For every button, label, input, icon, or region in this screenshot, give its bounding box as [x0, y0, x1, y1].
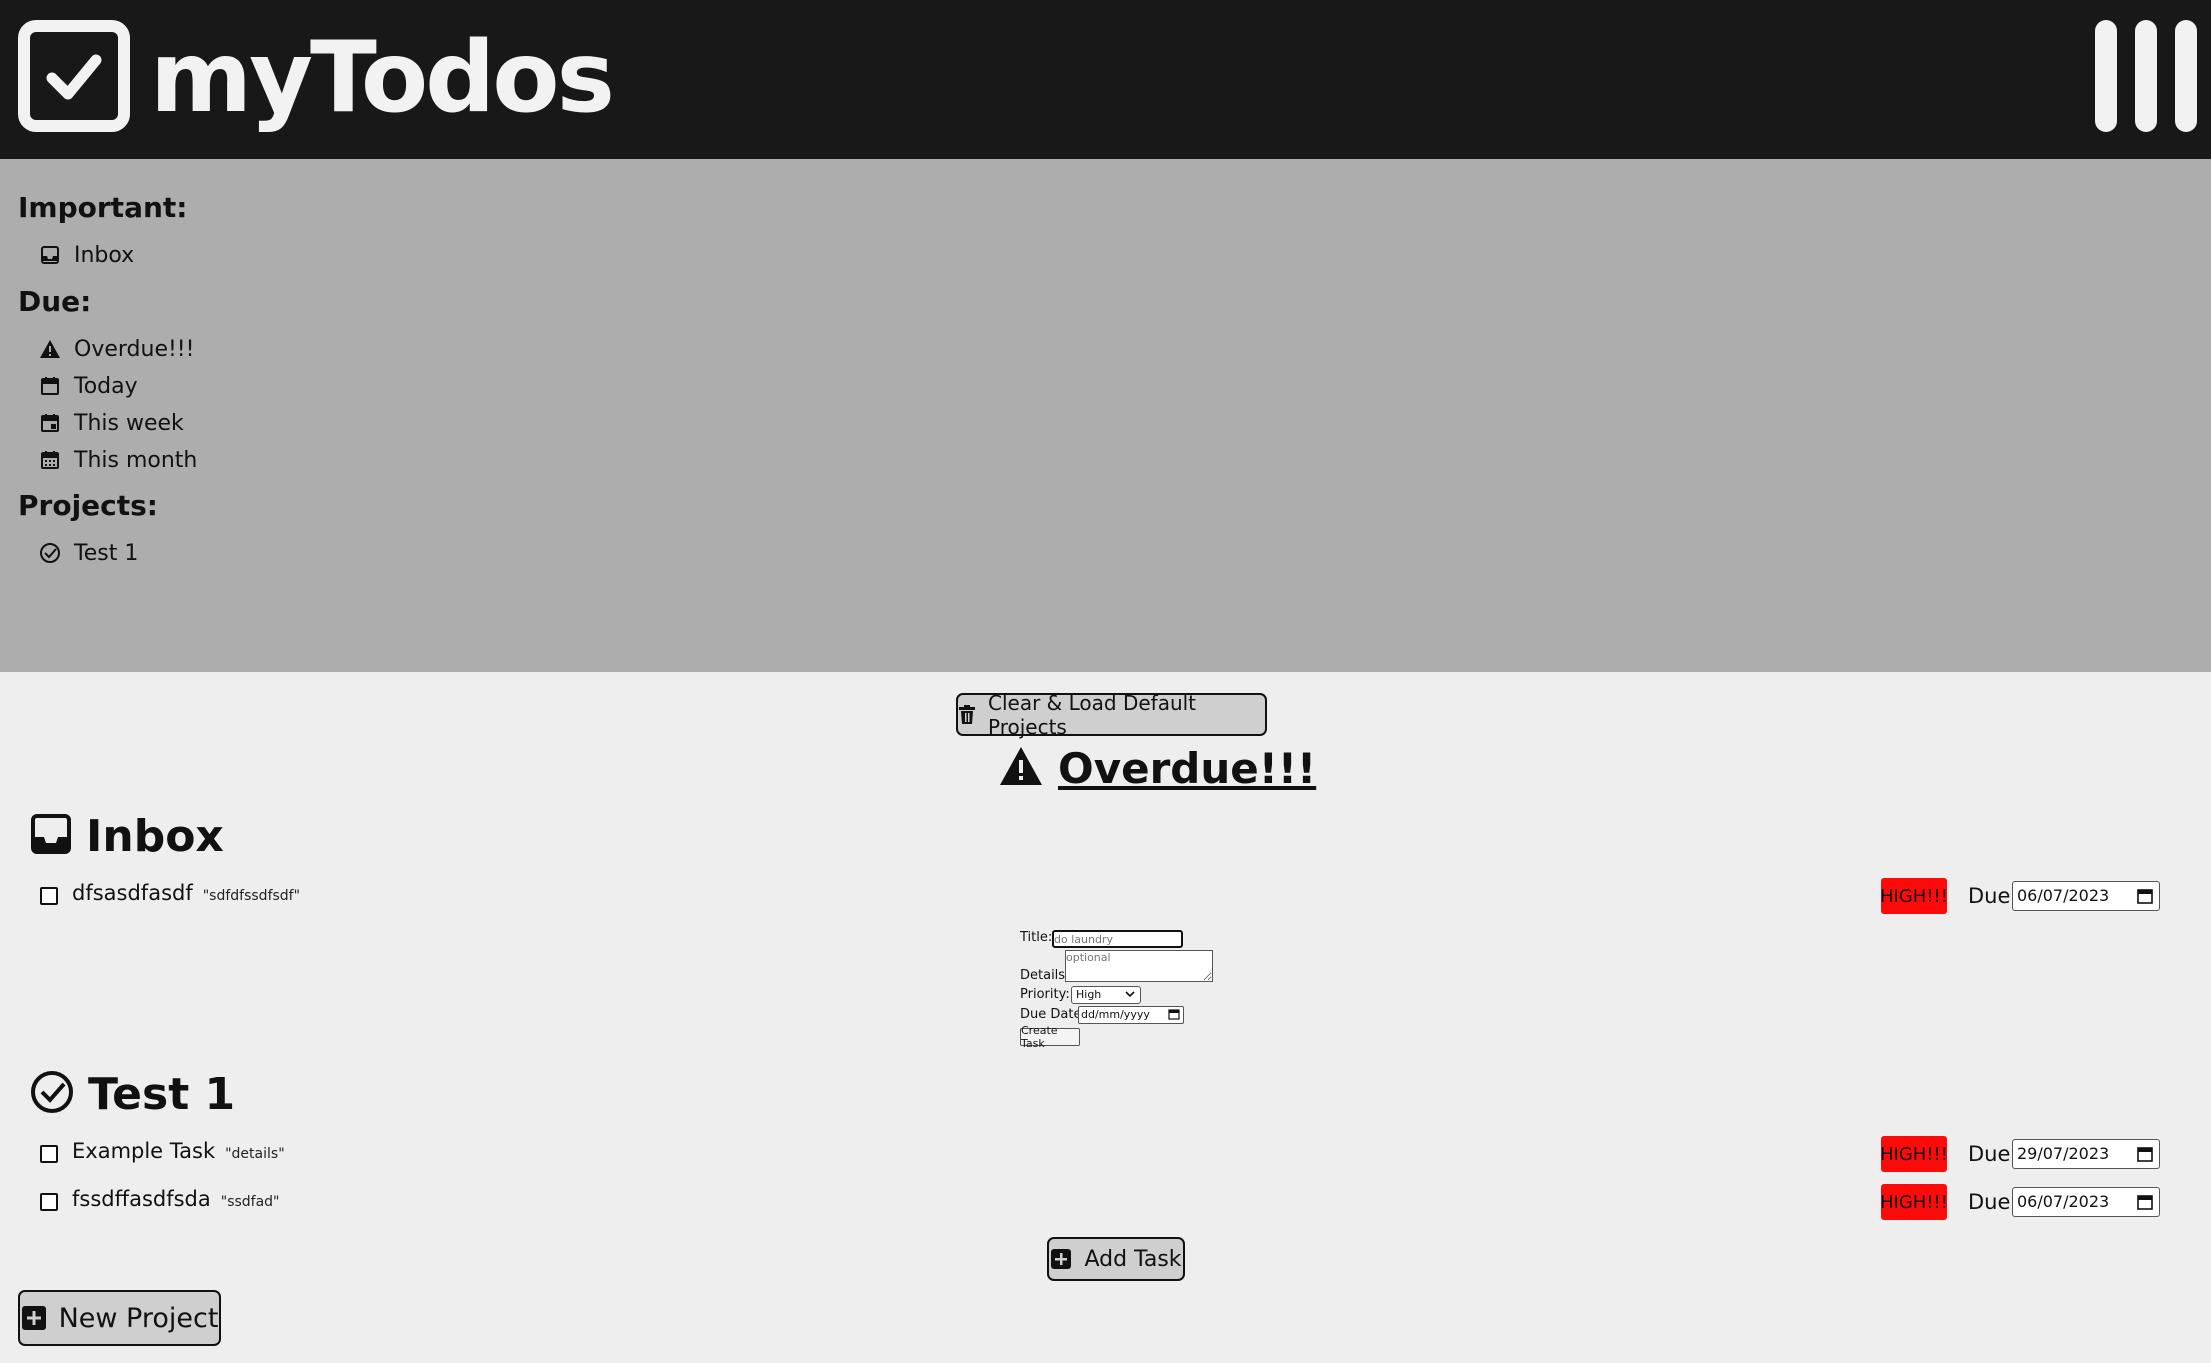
menu-toggle-button[interactable] — [2095, 20, 2197, 132]
task-title-text: fssdffasdfsda "ssdfad" — [72, 1187, 280, 1211]
projects-heading: Projects: — [18, 489, 158, 522]
project-heading-test-1: Test 1 — [30, 1064, 235, 1124]
warning-icon — [998, 745, 1044, 791]
task-details: "sdfdfssdfsdf" — [202, 888, 301, 904]
due-date-input[interactable]: 29/07/2023 — [2012, 1139, 2160, 1169]
checkbox-logo-icon — [18, 20, 130, 132]
warning-icon — [38, 337, 62, 361]
add-task-label: Add Task — [1084, 1246, 1182, 1272]
app-title: myTodos — [150, 21, 615, 135]
trash-icon — [958, 704, 976, 725]
important-heading: Important: — [18, 191, 188, 224]
calendar-icon[interactable] — [2137, 1146, 2153, 1166]
add-task-button[interactable]: Add Task — [1047, 1237, 1185, 1281]
sidebar-item-label: Overdue!!! — [74, 336, 195, 362]
sidebar-item-label: Today — [74, 373, 138, 399]
menu-bar-icon — [2175, 20, 2197, 132]
task-title-text: dfsasdfasdf "sdfdfssdfsdf" — [72, 881, 300, 905]
app-header: myTodos — [0, 0, 2211, 159]
priority-label: Priority: — [1020, 987, 1070, 1002]
menu-bar-icon — [2135, 20, 2157, 132]
priority-badge: HIGH!!! — [1880, 1184, 1948, 1220]
due-date-value: 06/07/2023 — [2017, 1192, 2110, 1211]
task-details: "details" — [225, 1146, 285, 1162]
new-project-button[interactable]: New Project — [18, 1290, 221, 1346]
due-date-placeholder: dd/mm/yyyy — [1081, 1008, 1150, 1021]
clear-load-defaults-button[interactable]: Clear & Load Default Projects — [956, 690, 1267, 739]
calendar-icon[interactable] — [2137, 888, 2153, 908]
task-row: dfsasdfasdf "sdfdfssdfsdf" HIGH!!! Due: 0… — [38, 878, 2160, 914]
title-label: Title: — [1020, 930, 1053, 945]
task-checkbox[interactable] — [40, 887, 58, 905]
details-label: Details: — [1020, 968, 1070, 983]
sidebar-item-test-1[interactable]: Test 1 — [38, 536, 138, 570]
priority-badge: HIGH!!! — [1880, 1136, 1948, 1172]
task-title[interactable]: Example Task — [72, 1139, 215, 1163]
task-title[interactable]: dfsasdfasdf — [72, 881, 193, 905]
sidebar: Important: Inbox Due: Overdue!!! Today T… — [0, 159, 2211, 672]
sidebar-item-label: This week — [74, 410, 184, 436]
task-checkbox[interactable] — [40, 1193, 58, 1211]
priority-select-value: High — [1076, 988, 1102, 1001]
calendar-week-icon — [38, 411, 62, 435]
due-date-input[interactable]: 06/07/2023 — [2012, 1187, 2160, 1217]
plus-square-icon — [21, 1305, 47, 1331]
sidebar-item-label: This month — [74, 447, 198, 473]
task-row: Example Task "details" HIGH!!! Due: 29/07… — [38, 1136, 2160, 1172]
priority-badge: HIGH!!! — [1880, 878, 1948, 914]
check-circle-icon — [30, 1070, 74, 1118]
check-circle-icon — [38, 541, 62, 565]
calendar-icon[interactable] — [2137, 1194, 2153, 1214]
sidebar-item-today[interactable]: Today — [38, 369, 138, 403]
sidebar-item-label: Inbox — [74, 242, 135, 268]
sidebar-item-label: Test 1 — [74, 540, 139, 566]
inbox-icon — [30, 813, 72, 859]
task-title[interactable]: fssdffasdfsda — [72, 1187, 211, 1211]
project-title: Test 1 — [88, 1068, 236, 1120]
clear-button-label: Clear & Load Default Projects — [988, 690, 1197, 739]
chevron-down-icon — [1124, 987, 1136, 1006]
view-title: Overdue!!! — [998, 738, 1316, 798]
menu-bar-icon — [2095, 20, 2117, 132]
project-heading-inbox: Inbox — [30, 806, 224, 866]
task-title-text: Example Task "details" — [72, 1139, 285, 1163]
project-title: Inbox — [86, 810, 224, 862]
due-label: Due: — [1968, 1142, 2018, 1166]
due-date-value: 29/07/2023 — [2017, 1144, 2110, 1163]
sidebar-item-this-week[interactable]: This week — [38, 406, 184, 440]
task-details: "ssdfad" — [220, 1194, 280, 1210]
task-details-input[interactable] — [1065, 950, 1213, 982]
due-heading: Due: — [18, 285, 92, 318]
sidebar-item-inbox[interactable]: Inbox — [38, 238, 134, 272]
calendar-month-icon — [38, 448, 62, 472]
task-title-input[interactable] — [1052, 930, 1183, 948]
plus-square-icon — [1050, 1248, 1072, 1270]
sidebar-item-this-month[interactable]: This month — [38, 443, 197, 477]
calendar-icon[interactable] — [1168, 1008, 1180, 1025]
priority-select[interactable]: High — [1071, 986, 1141, 1004]
inbox-icon — [38, 243, 62, 267]
create-task-button[interactable]: Create Task — [1020, 1024, 1080, 1050]
task-row: fssdffasdfsda "ssdfad" HIGH!!! Due: 06/07… — [38, 1184, 2160, 1220]
due-date-input[interactable]: 06/07/2023 — [2012, 881, 2160, 911]
due-label: Due: — [1968, 1190, 2018, 1214]
task-due-input[interactable]: dd/mm/yyyy — [1078, 1006, 1184, 1024]
due-date-label: Due Date: — [1020, 1007, 1086, 1022]
task-checkbox[interactable] — [40, 1145, 58, 1163]
new-project-label: New Project — [58, 1302, 219, 1334]
due-label: Due: — [1968, 884, 2018, 908]
page-title: Overdue!!! — [1058, 743, 1317, 793]
sidebar-item-overdue[interactable]: Overdue!!! — [38, 332, 194, 366]
due-date-value: 06/07/2023 — [2017, 886, 2110, 905]
calendar-icon — [38, 374, 62, 398]
